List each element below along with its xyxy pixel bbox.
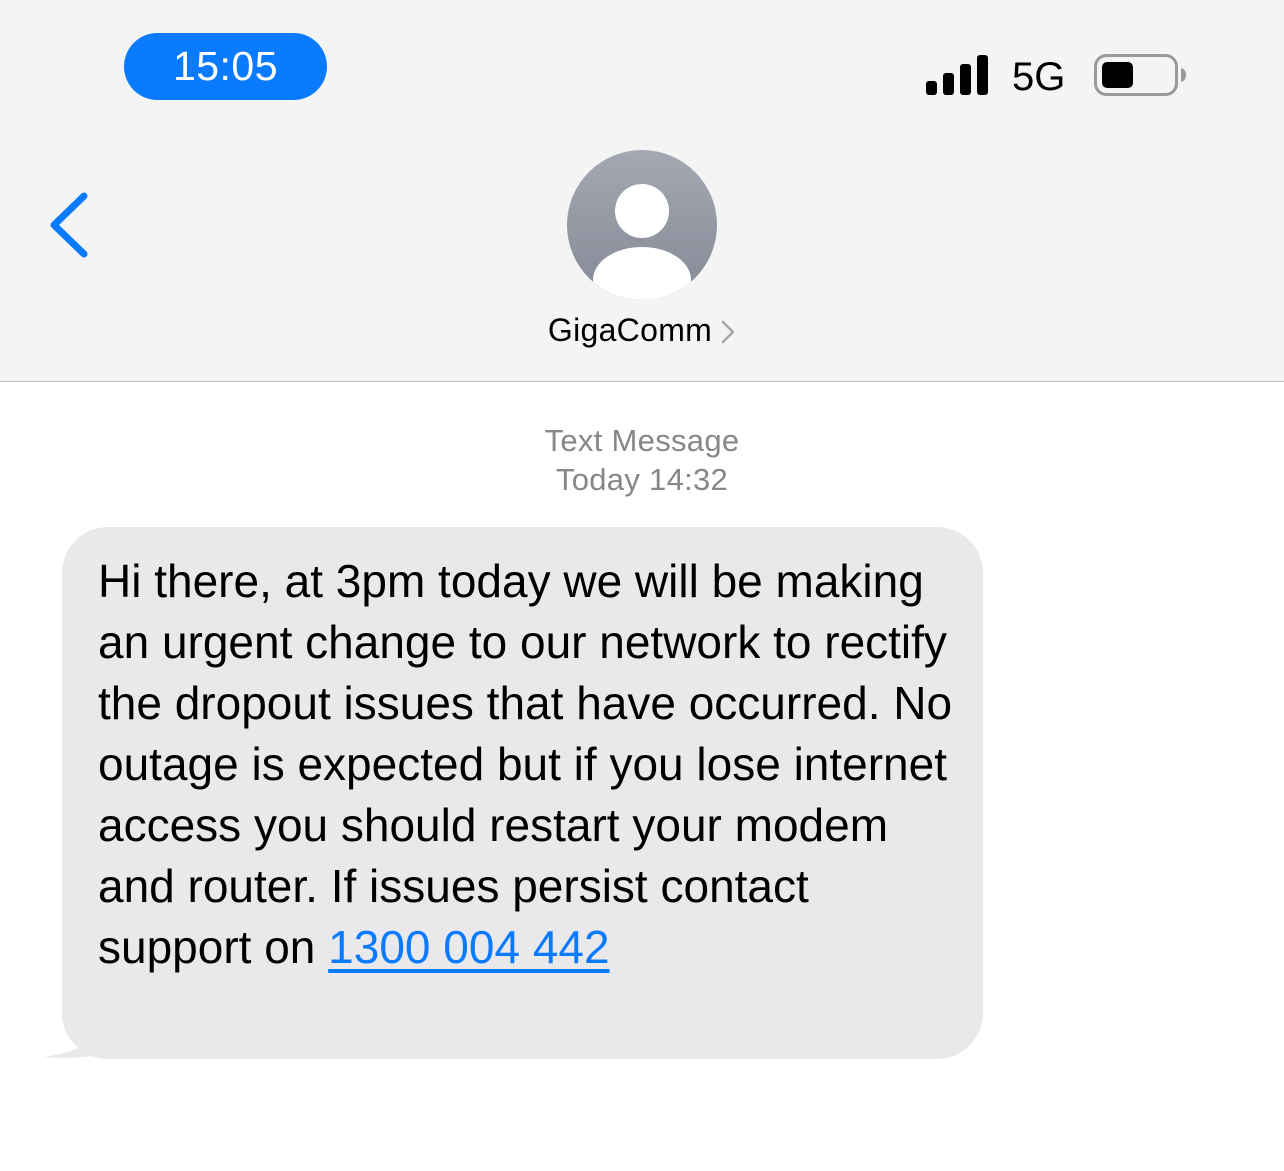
- message-timestamp: Today 14:32: [555, 462, 729, 497]
- back-chevron-icon[interactable]: [44, 188, 94, 262]
- message-bubble[interactable]: Hi there, at 3pm today we will be making…: [62, 527, 983, 1059]
- message-meta: Text Message Today 14:32: [0, 421, 1284, 499]
- conversation-header: 15:05 5G GigaComm: [0, 0, 1284, 382]
- contact-name: GigaComm: [547, 312, 713, 348]
- person-avatar-icon[interactable]: [567, 150, 717, 300]
- message-text: Hi there, at 3pm today we will be making…: [98, 555, 953, 973]
- chevron-right-icon: [721, 320, 735, 343]
- message-type-label: Text Message: [544, 423, 740, 458]
- contact-name-button[interactable]: GigaComm: [0, 312, 1284, 349]
- status-time[interactable]: 15:05: [124, 33, 327, 100]
- signal-bars-icon: [926, 55, 988, 95]
- incoming-message[interactable]: Hi there, at 3pm today we will be making…: [40, 527, 990, 1062]
- network-type: 5G: [1012, 55, 1066, 99]
- battery-icon: [1094, 54, 1186, 96]
- phone-number-link[interactable]: 1300 004 442: [328, 921, 609, 973]
